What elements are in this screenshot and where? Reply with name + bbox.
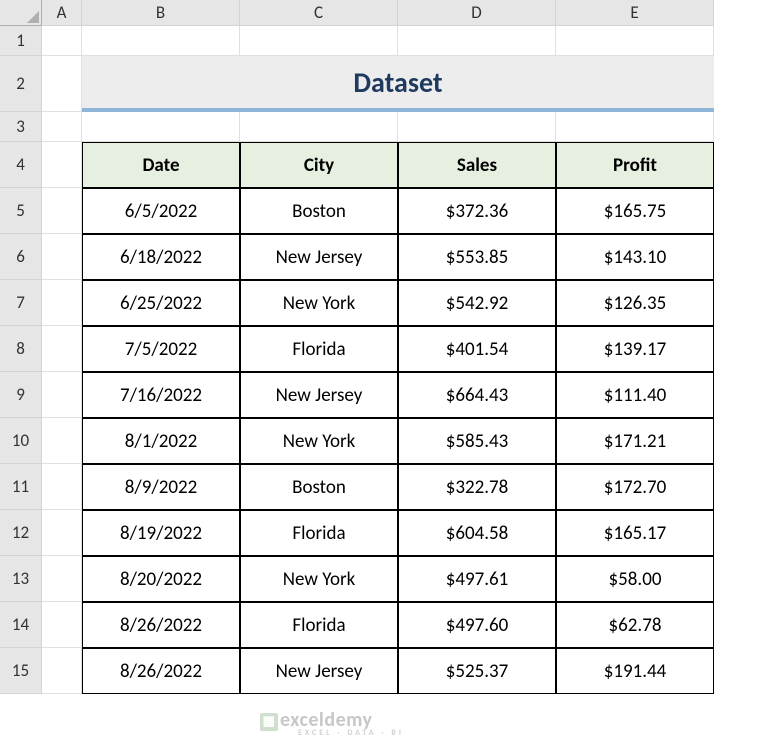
- cell-A11[interactable]: [42, 464, 82, 510]
- watermark-brand: exceldemy: [280, 708, 373, 732]
- row-header-6[interactable]: 6: [0, 234, 42, 280]
- cell-C3[interactable]: [240, 112, 398, 142]
- cell-E1[interactable]: [556, 26, 714, 56]
- cell-E3[interactable]: [556, 112, 714, 142]
- row-header-3[interactable]: 3: [0, 112, 42, 142]
- cell-sales[interactable]: $497.61: [398, 556, 556, 602]
- row-header-5[interactable]: 5: [0, 188, 42, 234]
- row-header-7[interactable]: 7: [0, 280, 42, 326]
- cell-sales[interactable]: $322.78: [398, 464, 556, 510]
- cell-sales[interactable]: $372.36: [398, 188, 556, 234]
- cell-profit[interactable]: $191.44: [556, 648, 714, 694]
- cell-A3[interactable]: [42, 112, 82, 142]
- cell-profit[interactable]: $165.75: [556, 188, 714, 234]
- cell-date[interactable]: 8/1/2022: [82, 418, 240, 464]
- cell-C1[interactable]: [240, 26, 398, 56]
- col-header-B[interactable]: B: [82, 0, 240, 26]
- cell-date[interactable]: 6/18/2022: [82, 234, 240, 280]
- cell-profit[interactable]: $58.00: [556, 556, 714, 602]
- cell-profit[interactable]: $172.70: [556, 464, 714, 510]
- watermark: ▦exceldemy EXCEL · DATA · BI: [260, 708, 404, 738]
- cell-A7[interactable]: [42, 280, 82, 326]
- cell-A12[interactable]: [42, 510, 82, 556]
- cell-city[interactable]: New York: [240, 418, 398, 464]
- cell-profit[interactable]: $111.40: [556, 372, 714, 418]
- cell-B1[interactable]: [82, 26, 240, 56]
- cell-profit[interactable]: $62.78: [556, 602, 714, 648]
- cell-date[interactable]: 7/16/2022: [82, 372, 240, 418]
- cell-A14[interactable]: [42, 602, 82, 648]
- cell-sales[interactable]: $525.37: [398, 648, 556, 694]
- grid-icon: ▦: [260, 713, 278, 731]
- cell-date[interactable]: 8/26/2022: [82, 648, 240, 694]
- cell-date[interactable]: 6/25/2022: [82, 280, 240, 326]
- row-header-10[interactable]: 10: [0, 418, 42, 464]
- row-header-15[interactable]: 15: [0, 648, 42, 694]
- cell-A1[interactable]: [42, 26, 82, 56]
- dataset-title[interactable]: Dataset: [82, 56, 714, 112]
- cell-city[interactable]: Florida: [240, 326, 398, 372]
- table-header-date[interactable]: Date: [82, 142, 240, 188]
- row-header-2[interactable]: 2: [0, 56, 42, 112]
- row-header-9[interactable]: 9: [0, 372, 42, 418]
- row-header-12[interactable]: 12: [0, 510, 42, 556]
- cell-D1[interactable]: [398, 26, 556, 56]
- cell-date[interactable]: 6/5/2022: [82, 188, 240, 234]
- cell-A4[interactable]: [42, 142, 82, 188]
- cell-city[interactable]: New Jersey: [240, 372, 398, 418]
- cell-date[interactable]: 8/19/2022: [82, 510, 240, 556]
- cell-A5[interactable]: [42, 188, 82, 234]
- cell-A10[interactable]: [42, 418, 82, 464]
- cell-profit[interactable]: $165.17: [556, 510, 714, 556]
- cell-sales[interactable]: $604.58: [398, 510, 556, 556]
- col-header-E[interactable]: E: [556, 0, 714, 26]
- cell-sales[interactable]: $585.43: [398, 418, 556, 464]
- select-all-corner[interactable]: [0, 0, 42, 26]
- cell-profit[interactable]: $143.10: [556, 234, 714, 280]
- row-header-4[interactable]: 4: [0, 142, 42, 188]
- row-header-14[interactable]: 14: [0, 602, 42, 648]
- cell-city[interactable]: Boston: [240, 188, 398, 234]
- cell-A6[interactable]: [42, 234, 82, 280]
- col-header-D[interactable]: D: [398, 0, 556, 26]
- col-header-C[interactable]: C: [240, 0, 398, 26]
- row-header-1[interactable]: 1: [0, 26, 42, 56]
- cell-sales[interactable]: $553.85: [398, 234, 556, 280]
- cell-profit[interactable]: $171.21: [556, 418, 714, 464]
- row-header-13[interactable]: 13: [0, 556, 42, 602]
- row-header-11[interactable]: 11: [0, 464, 42, 510]
- table-header-city[interactable]: City: [240, 142, 398, 188]
- cell-A15[interactable]: [42, 648, 82, 694]
- cell-sales[interactable]: $401.54: [398, 326, 556, 372]
- cell-date[interactable]: 8/9/2022: [82, 464, 240, 510]
- cell-sales[interactable]: $497.60: [398, 602, 556, 648]
- cell-sales[interactable]: $542.92: [398, 280, 556, 326]
- cell-A13[interactable]: [42, 556, 82, 602]
- cell-D3[interactable]: [398, 112, 556, 142]
- cell-date[interactable]: 7/5/2022: [82, 326, 240, 372]
- cell-A2[interactable]: [42, 56, 82, 112]
- cell-profit[interactable]: $139.17: [556, 326, 714, 372]
- cell-city[interactable]: Florida: [240, 510, 398, 556]
- spreadsheet-grid: A B C D E 1 2 Dataset 3 4 Date City Sale…: [0, 0, 767, 694]
- cell-city[interactable]: New York: [240, 280, 398, 326]
- cell-city[interactable]: New York: [240, 556, 398, 602]
- watermark-tagline: EXCEL · DATA · BI: [298, 728, 404, 738]
- cell-date[interactable]: 8/26/2022: [82, 602, 240, 648]
- cell-city[interactable]: Florida: [240, 602, 398, 648]
- cell-city[interactable]: New Jersey: [240, 648, 398, 694]
- cell-profit[interactable]: $126.35: [556, 280, 714, 326]
- cell-sales[interactable]: $664.43: [398, 372, 556, 418]
- cell-A8[interactable]: [42, 326, 82, 372]
- cell-city[interactable]: Boston: [240, 464, 398, 510]
- cell-A9[interactable]: [42, 372, 82, 418]
- table-header-profit[interactable]: Profit: [556, 142, 714, 188]
- row-header-8[interactable]: 8: [0, 326, 42, 372]
- cell-date[interactable]: 8/20/2022: [82, 556, 240, 602]
- cell-B3[interactable]: [82, 112, 240, 142]
- table-header-sales[interactable]: Sales: [398, 142, 556, 188]
- col-header-A[interactable]: A: [42, 0, 82, 26]
- cell-city[interactable]: New Jersey: [240, 234, 398, 280]
